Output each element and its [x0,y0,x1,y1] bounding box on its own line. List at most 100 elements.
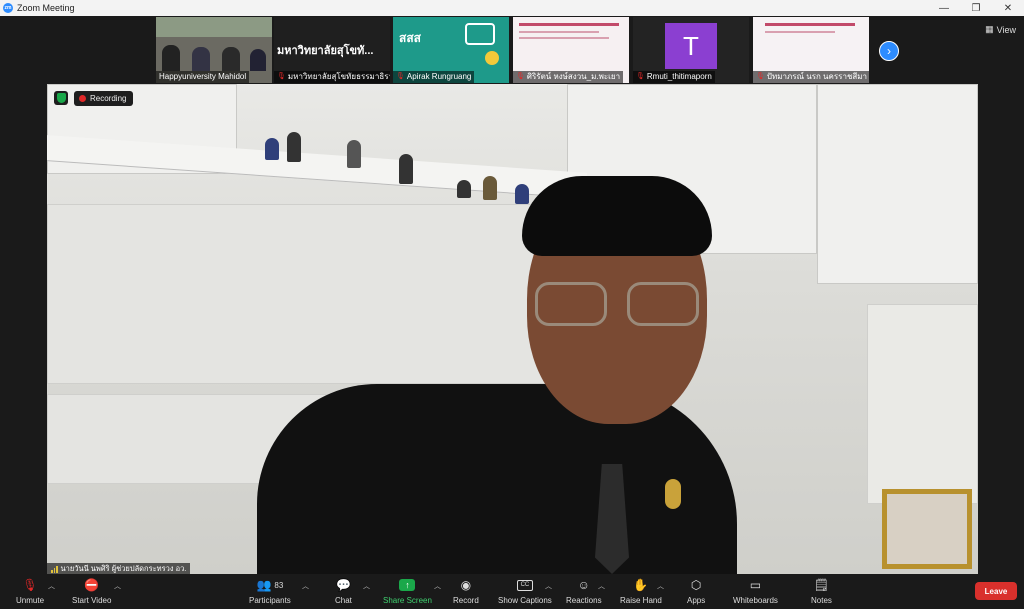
leave-button[interactable]: Leave [975,582,1017,600]
apps-label: Apps [687,596,706,605]
person-figure [222,47,240,71]
display-shelf [867,304,978,504]
view-button[interactable]: ▦ View [985,24,1016,35]
main-video[interactable]: Recording [47,84,978,574]
participant-tile[interactable]: มหาวิทยาลัยสุโขทั... 🎙 มหาวิทยาลัยสุโขทัย… [274,17,390,83]
whiteboards-button[interactable]: ▭ Whiteboards [733,578,778,605]
grid-icon: ▦ [985,24,994,34]
participant-tile[interactable]: Happyuniversity Mahidol [156,17,272,83]
participant-name: 🎙 มหาวิทยาลัยสุโขทัยธรรมาธิราช [274,71,390,83]
participant-name: 🎙 ปัทมาภรณ์ นรก นครราชสีมา [753,71,869,83]
unmute-button[interactable]: 🎙 Unmute [16,578,44,605]
statue [399,154,413,184]
raise-hand-icon: ✋ [633,578,649,592]
audio-options-caret-icon[interactable]: ︿ [48,581,55,591]
chat-label: Chat [335,596,352,605]
lightbulb-icon [485,51,499,65]
captions-icon: CC [516,579,533,591]
mic-muted-icon: 🎙 [22,578,38,592]
reactions-label: Reactions [566,596,602,605]
video-options-caret-icon[interactable]: ︿ [114,581,121,591]
participant-tile[interactable]: 🎙 ศิริรัตน์ หงษ์สงวน_ม.พะเยา [513,17,629,83]
participant-name: 🎙 Apirak Rungruang [393,71,475,83]
notes-label: Notes [811,596,832,605]
video-feed [156,17,272,37]
share-screen-button[interactable]: ↑ Share Screen [383,578,432,605]
mic-muted-icon: 🎙 [396,73,405,80]
show-captions-label: Show Captions [498,596,552,605]
participant-tile[interactable]: T 🎙 Rmuti_thitimaporn [633,17,749,83]
next-page-arrow-icon[interactable]: › [879,41,899,61]
person-figure [250,49,266,71]
unmute-label: Unmute [16,596,45,605]
sss-logo: สสส [399,31,421,45]
slide-line [519,37,609,39]
minimize-button[interactable]: — [928,0,960,16]
apps-icon: ⬡ [690,578,702,592]
show-captions-button[interactable]: CC Show Captions [498,578,552,605]
mic-muted-icon: 🎙 [516,73,525,80]
decor-item [515,184,529,204]
participant-display-title: มหาวิทยาลัยสุโขทั... [277,45,374,57]
reactions-caret-icon[interactable]: ︿ [598,581,605,591]
share-screen-label: Share Screen [383,596,432,605]
start-video-button[interactable]: ⛔ Start Video [72,578,111,605]
chat-button[interactable]: 💬 Chat [335,578,352,605]
participants-button[interactable]: 👥 83 Participants [249,578,291,605]
participants-count: 83 [274,580,284,590]
participant-name: 🎙 ศิริรัตน์ หงษ์สงวน_ม.พะเยา [513,71,624,83]
slide-line [765,31,835,33]
person-figure [192,47,210,71]
recording-indicator[interactable]: Recording [74,91,134,106]
captions-caret-icon[interactable]: ︿ [545,581,552,591]
raise-hand-button[interactable]: ✋ Raise Hand [620,578,662,605]
speaker-hair [522,176,712,256]
statue [347,140,361,168]
video-off-icon: ⛔ [84,578,100,592]
speaker-body [257,384,737,574]
slide-line [765,23,855,26]
participant-name: Happyuniversity Mahidol [156,71,250,83]
participant-tile[interactable]: สสส 🎙 Apirak Rungruang [393,17,509,83]
title-bar: zm Zoom Meeting — ❐ ✕ [0,0,1024,16]
statue [457,180,471,198]
slide-line [519,23,619,26]
speaker-name-tag: นายวันนี นพศิริ ผู้ช่วยปลัดกระทรวง อว. [47,563,191,574]
participant-name: 🎙 Rmuti_thitimaporn [633,71,715,83]
participant-tile[interactable]: 🎙 ปัทมาภรณ์ นรก นครราชสีมา [753,17,869,83]
record-label: Record [453,596,479,605]
maximize-button[interactable]: ❐ [960,0,992,16]
zoom-app-icon: zm [3,3,13,13]
record-dot-icon [79,95,86,102]
participants-caret-icon[interactable]: ︿ [302,581,309,591]
glasses [535,282,705,326]
person-figure [162,45,180,71]
whiteboard-icon: ▭ [749,578,762,592]
avatar: T [665,23,717,69]
decor-item [265,138,279,160]
participants-label: Participants [249,596,291,605]
participants-icon: 👥 83 [256,578,284,592]
chat-caret-icon[interactable]: ︿ [363,581,370,591]
raise-hand-label: Raise Hand [620,596,662,605]
apps-button[interactable]: ⬡ Apps [687,578,705,605]
wall-cabinet [817,84,978,284]
mic-muted-icon: 🎙 [756,73,765,80]
window-title: Zoom Meeting [17,3,75,13]
security-shield-icon[interactable] [54,91,68,105]
gallery-strip: Happyuniversity Mahidol มหาวิทยาลัยสุโขท… [0,16,1024,84]
share-caret-icon[interactable]: ︿ [434,581,441,591]
slide-line [519,31,599,33]
statue [483,176,497,200]
close-button[interactable]: ✕ [992,0,1024,16]
chat-icon: 💬 [335,578,351,592]
raise-hand-caret-icon[interactable]: ︿ [657,581,664,591]
reactions-button[interactable]: ☺ Reactions [566,578,602,605]
statue [287,132,301,162]
speaker-name: นายวันนี นพศิริ ผู้ช่วยปลัดกระทรวง อว. [60,564,187,573]
start-video-label: Start Video [72,596,112,605]
notes-button[interactable]: 🗒 Notes [811,578,832,605]
mic-muted-icon: 🎙 [636,73,645,80]
meeting-toolbar: 🎙 Unmute ︿ ⛔ Start Video ︿ 👥 83 Participa… [0,574,1024,609]
record-button[interactable]: ◉ Record [453,578,479,605]
